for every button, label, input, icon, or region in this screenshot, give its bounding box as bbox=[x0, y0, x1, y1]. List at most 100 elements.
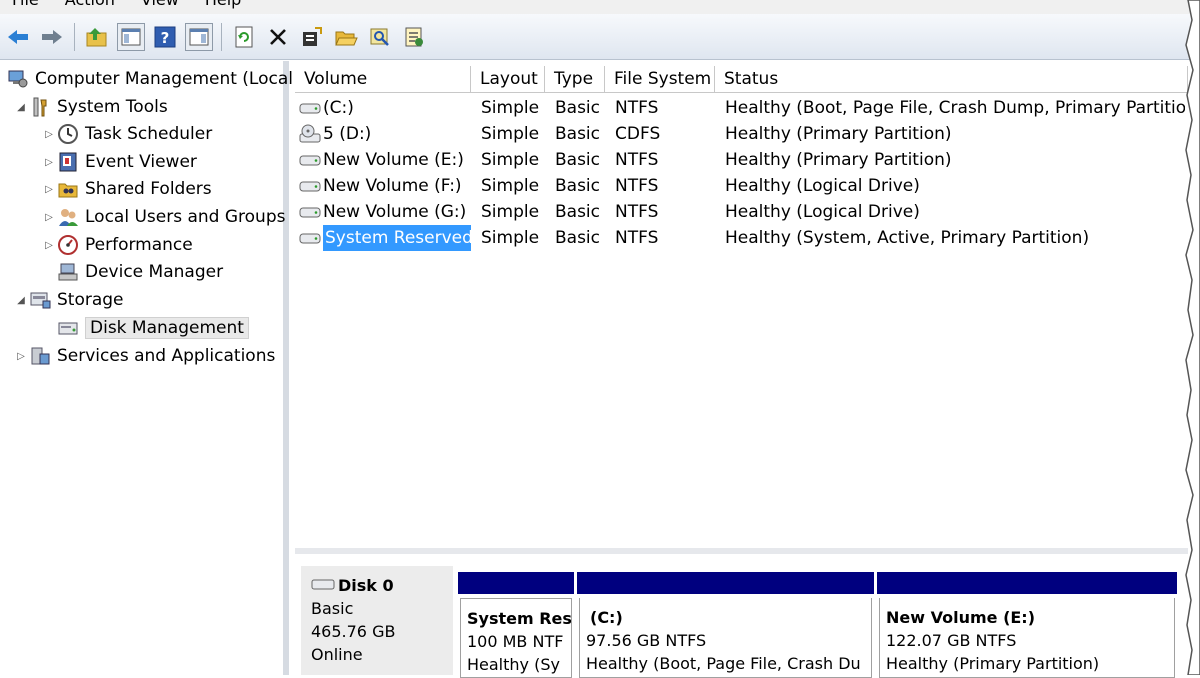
collapsed-arrow-icon[interactable]: ▷ bbox=[42, 240, 56, 251]
tree-label: Device Manager bbox=[85, 262, 224, 282]
toolbar: ? bbox=[0, 14, 1200, 60]
torn-edge-decoration bbox=[1185, 0, 1200, 675]
tree-item-task-scheduler[interactable]: ▷ Task Scheduler bbox=[42, 121, 212, 147]
clock-icon bbox=[56, 123, 80, 145]
refresh-icon[interactable] bbox=[230, 23, 258, 51]
volume-name: New Volume (E:) bbox=[323, 150, 464, 170]
disk-name: Disk 0 bbox=[338, 576, 394, 595]
expanded-arrow-icon[interactable]: ◢ bbox=[14, 102, 28, 113]
disk-state: Online bbox=[311, 645, 363, 664]
partition-name: New Volume (E:) bbox=[886, 608, 1036, 627]
partition-size: 97.56 GB NTFS bbox=[586, 631, 707, 650]
tree-item-event-viewer[interactable]: ▷ Event Viewer bbox=[42, 149, 197, 175]
column-header-status[interactable]: Status bbox=[715, 66, 1188, 93]
computer-management-icon bbox=[6, 68, 30, 90]
volume-name: New Volume (F:) bbox=[323, 176, 462, 196]
partition-c[interactable]: (C:) 97.56 GB NTFS Healthy (Boot, Page F… bbox=[577, 572, 874, 678]
action-pane-icon[interactable] bbox=[185, 22, 213, 51]
tree-item-local-users-and-groups[interactable]: ▷ Local Users and Groups bbox=[42, 204, 285, 230]
partition-name: System Res bbox=[467, 609, 572, 628]
type-cell: Basic bbox=[555, 150, 601, 170]
tree-item-computer-management[interactable]: Computer Management (Local bbox=[6, 66, 293, 92]
tree-item-shared-folders[interactable]: ▷ Shared Folders bbox=[42, 176, 212, 202]
open-folder-icon[interactable] bbox=[332, 23, 360, 51]
layout-cell: Simple bbox=[481, 176, 540, 196]
volume-name: New Volume (G:) bbox=[323, 202, 467, 222]
tree-item-device-manager[interactable]: Device Manager bbox=[56, 259, 223, 285]
tree-item-system-tools[interactable]: ◢ System Tools bbox=[14, 94, 168, 120]
show-hide-tree-icon[interactable] bbox=[117, 22, 145, 51]
shared-folder-icon bbox=[56, 178, 80, 200]
tree-item-disk-management[interactable]: Disk Management bbox=[56, 315, 249, 341]
disk-icon bbox=[311, 574, 335, 597]
tree-label: Event Viewer bbox=[85, 152, 197, 172]
collapsed-arrow-icon[interactable]: ▷ bbox=[14, 351, 28, 362]
event-viewer-icon bbox=[56, 151, 80, 173]
drive-icon bbox=[299, 178, 321, 194]
tree-label-selected: Disk Management bbox=[85, 317, 249, 339]
partition-size: 122.07 GB NTFS bbox=[886, 631, 1017, 650]
drive-icon bbox=[299, 230, 321, 246]
file-system-cell: CDFS bbox=[615, 124, 661, 144]
file-system-cell: NTFS bbox=[615, 176, 659, 196]
type-cell: Basic bbox=[555, 202, 601, 222]
disk-info[interactable]: Disk 0 Basic 465.76 GB Online bbox=[301, 566, 453, 675]
status-cell: Healthy (System, Active, Primary Partiti… bbox=[725, 228, 1090, 248]
partition-system-reserved[interactable]: System Res 100 MB NTF Healthy (Sy bbox=[458, 572, 574, 678]
collapsed-arrow-icon[interactable]: ▷ bbox=[42, 129, 56, 140]
column-header-type[interactable]: Type bbox=[545, 66, 605, 93]
menu-bar: File Action View Help bbox=[0, 0, 1200, 14]
column-header-file-system[interactable]: File System bbox=[605, 66, 715, 93]
drive-icon bbox=[299, 100, 321, 116]
partition-size: 100 MB NTF bbox=[467, 632, 564, 651]
drive-icon bbox=[299, 204, 321, 220]
export-list-icon[interactable] bbox=[400, 23, 428, 51]
tree-item-storage[interactable]: ◢ Storage bbox=[14, 287, 123, 313]
menu-view[interactable]: View bbox=[141, 0, 179, 14]
volume-name: 5 (D:) bbox=[323, 124, 372, 144]
performance-icon bbox=[56, 234, 80, 256]
collapsed-arrow-icon[interactable]: ▷ bbox=[42, 184, 56, 195]
properties-icon[interactable] bbox=[298, 23, 326, 51]
column-header-volume[interactable]: Volume bbox=[295, 66, 471, 93]
menu-action[interactable]: Action bbox=[65, 0, 115, 14]
layout-cell: Simple bbox=[481, 202, 540, 222]
status-cell: Healthy (Logical Drive) bbox=[725, 202, 920, 222]
status-cell: Healthy (Primary Partition) bbox=[725, 150, 952, 170]
disk-size: 465.76 GB bbox=[311, 622, 396, 641]
status-cell: Healthy (Logical Drive) bbox=[725, 176, 920, 196]
partition-e[interactable]: New Volume (E:) 122.07 GB NTFS Healthy (… bbox=[877, 572, 1177, 678]
tree-item-performance[interactable]: ▷ Performance bbox=[42, 232, 193, 258]
tree-item-services-and-applications[interactable]: ▷ Services and Applications bbox=[14, 343, 275, 369]
partition-name: (C:) bbox=[590, 608, 623, 627]
menu-file[interactable]: File bbox=[12, 0, 39, 14]
delete-icon[interactable] bbox=[264, 23, 292, 51]
expanded-arrow-icon[interactable]: ◢ bbox=[14, 295, 28, 306]
type-cell: Basic bbox=[555, 228, 601, 248]
collapsed-arrow-icon[interactable]: ▷ bbox=[42, 212, 56, 223]
forward-arrow-icon[interactable] bbox=[38, 23, 66, 51]
type-cell: Basic bbox=[555, 98, 601, 118]
disk-map: Disk 0 Basic 465.76 GB Online System Res… bbox=[295, 554, 1188, 678]
status-cell: Healthy (Boot, Page File, Crash Dump, Pr… bbox=[725, 98, 1185, 118]
up-folder-icon[interactable] bbox=[83, 23, 111, 51]
tree-label: Task Scheduler bbox=[85, 124, 213, 144]
layout-cell: Simple bbox=[481, 150, 540, 170]
file-system-cell: NTFS bbox=[615, 150, 659, 170]
cd-drive-icon bbox=[299, 124, 321, 143]
tree-label: Services and Applications bbox=[57, 346, 276, 366]
device-manager-icon bbox=[56, 261, 80, 283]
volume-name-selected: System Reserved bbox=[323, 225, 471, 251]
collapsed-arrow-icon[interactable]: ▷ bbox=[42, 157, 56, 168]
tree-label: System Tools bbox=[57, 97, 168, 117]
column-header-layout[interactable]: Layout bbox=[471, 66, 545, 93]
storage-icon bbox=[28, 289, 52, 311]
disk-management-icon bbox=[56, 317, 80, 339]
help-icon[interactable]: ? bbox=[151, 23, 179, 51]
layout-cell: Simple bbox=[481, 98, 540, 118]
tree-label: Local Users and Groups bbox=[85, 207, 286, 227]
back-arrow-icon[interactable] bbox=[4, 23, 32, 51]
menu-help[interactable]: Help bbox=[205, 0, 241, 14]
search-icon[interactable] bbox=[366, 23, 394, 51]
services-icon bbox=[28, 345, 52, 367]
